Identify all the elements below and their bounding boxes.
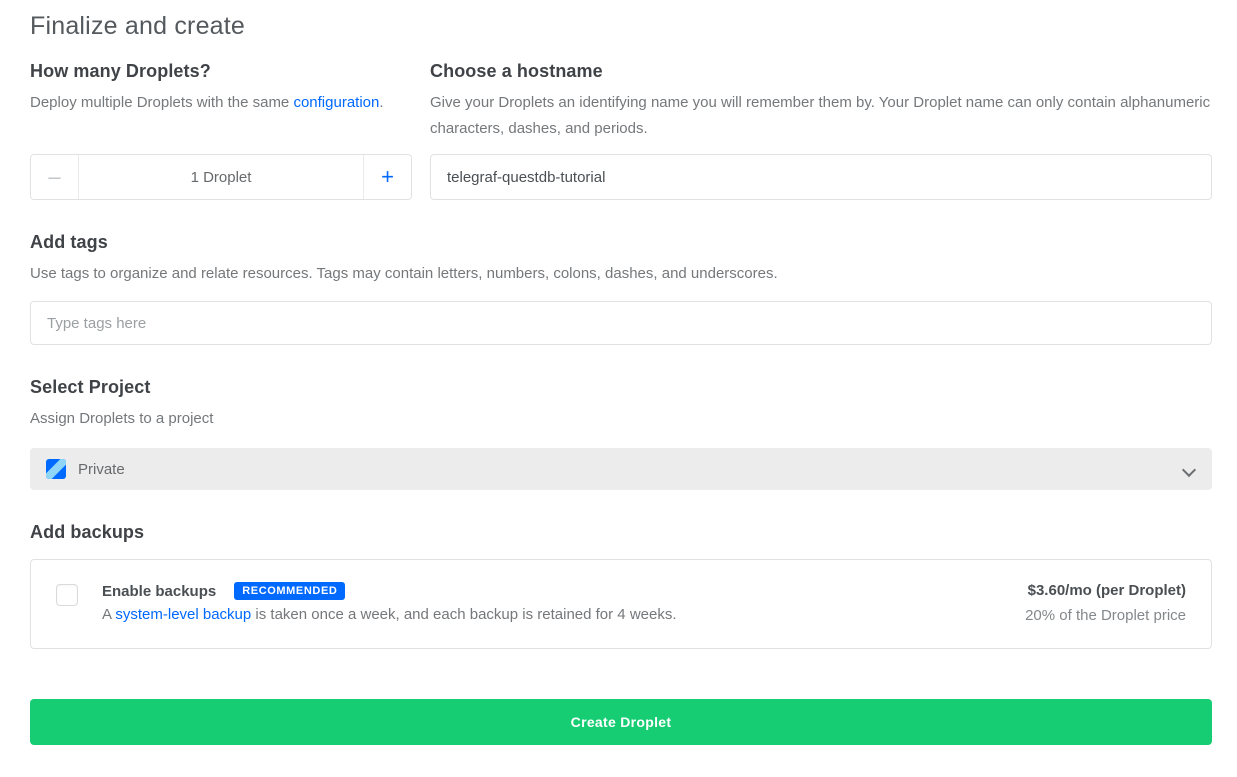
droplet-count-section: How many Droplets? Deploy multiple Dropl… <box>30 61 412 200</box>
backups-description: A system-level backup is taken once a we… <box>102 606 1005 623</box>
enable-backups-label[interactable]: Enable backups <box>102 583 216 600</box>
droplet-count-description: Deploy multiple Droplets with the same c… <box>30 90 412 142</box>
hostname-description: Give your Droplets an identifying name y… <box>430 90 1212 142</box>
project-section: Select Project Assign Droplets to a proj… <box>30 377 1212 490</box>
droplet-count-description-text: Deploy multiple Droplets with the same <box>30 94 293 111</box>
droplet-count-heading: How many Droplets? <box>30 61 412 82</box>
top-section: How many Droplets? Deploy multiple Dropl… <box>30 61 1212 200</box>
page-title: Finalize and create <box>30 12 1212 41</box>
backups-section: Add backups Enable backups RECOMMENDED A… <box>30 522 1212 649</box>
backups-price: $3.60/mo (per Droplet) <box>1025 582 1186 599</box>
tags-input[interactable] <box>30 301 1212 345</box>
project-heading: Select Project <box>30 377 1212 398</box>
create-droplet-button[interactable]: Create Droplet <box>30 699 1212 745</box>
finalize-and-create-page: Finalize and create How many Droplets? D… <box>0 0 1237 745</box>
chevron-down-icon <box>1184 463 1196 475</box>
backups-price-note: 20% of the Droplet price <box>1025 607 1186 624</box>
backups-description-suffix: is taken once a week, and each backup is… <box>251 606 676 623</box>
backups-heading: Add backups <box>30 522 1212 543</box>
tags-description: Use tags to organize and relate resource… <box>30 261 1212 287</box>
tags-section: Add tags Use tags to organize and relate… <box>30 232 1212 345</box>
droplet-count-description-period: . <box>379 94 383 111</box>
increment-droplets-button[interactable]: + <box>363 155 411 199</box>
tags-heading: Add tags <box>30 232 1212 253</box>
project-description: Assign Droplets to a project <box>30 406 1212 432</box>
backups-info: Enable backups RECOMMENDED A system-leve… <box>102 582 1005 623</box>
droplet-count-value: 1 Droplet <box>79 155 363 199</box>
system-level-backup-link[interactable]: system-level backup <box>115 606 251 623</box>
enable-backups-checkbox[interactable] <box>56 584 78 606</box>
droplet-quantity-stepper: – 1 Droplet + <box>30 154 412 200</box>
configuration-link[interactable]: configuration <box>293 94 379 111</box>
hostname-section: Choose a hostname Give your Droplets an … <box>430 61 1212 200</box>
backups-card: Enable backups RECOMMENDED A system-leve… <box>30 559 1212 649</box>
recommended-badge: RECOMMENDED <box>234 582 345 600</box>
selected-project-name: Private <box>78 461 125 478</box>
backups-pricing: $3.60/mo (per Droplet) 20% of the Drople… <box>1025 582 1186 624</box>
project-icon <box>46 459 66 479</box>
hostname-input[interactable] <box>430 154 1212 200</box>
decrement-droplets-button[interactable]: – <box>31 155 79 199</box>
hostname-heading: Choose a hostname <box>430 61 1212 82</box>
project-select-dropdown[interactable]: Private <box>30 448 1212 490</box>
backups-description-prefix: A <box>102 606 115 623</box>
